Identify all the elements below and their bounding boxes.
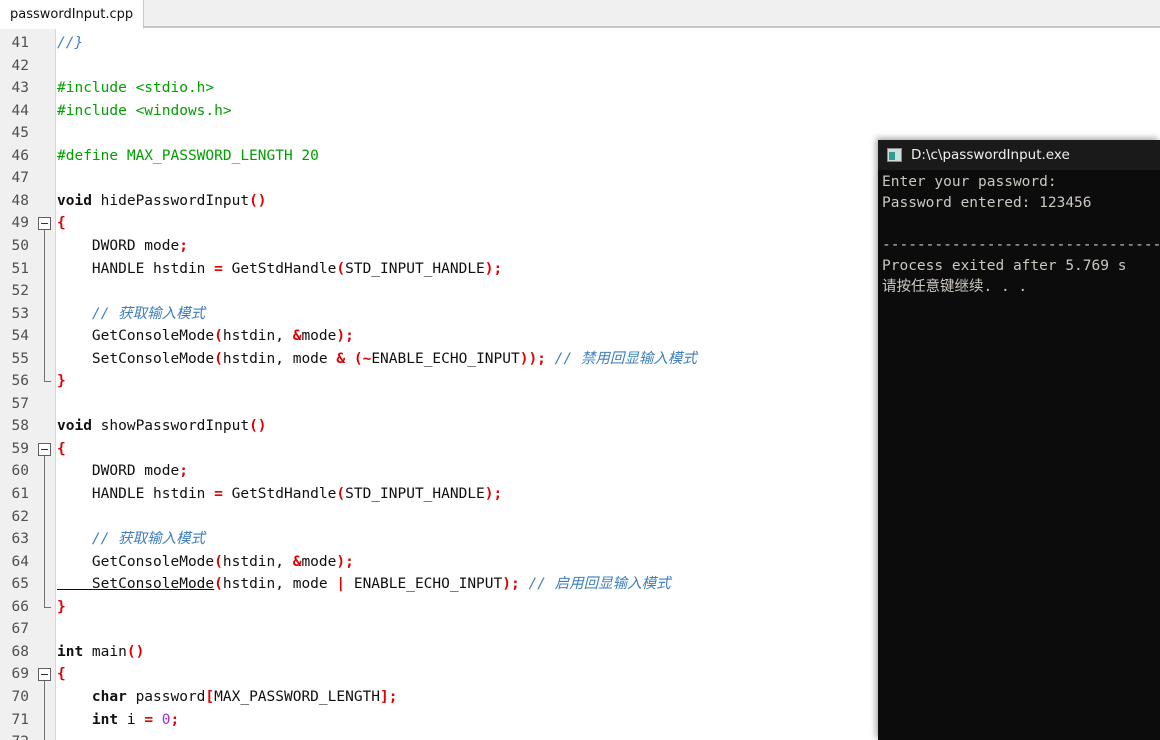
console-line: -------------------------------- [882, 237, 1160, 253]
code-line-content: // 获取输入模式 [57, 305, 206, 322]
line-number: 53 [11, 305, 29, 322]
line-number: 52 [11, 283, 29, 300]
code-line-content: { [57, 215, 66, 232]
line-number: 51 [11, 260, 29, 277]
code-line-content: } [57, 373, 66, 390]
line-number: 65 [11, 576, 29, 593]
code-line[interactable]: 41 //} [0, 32, 1160, 55]
console-line: Password entered: 123456 [882, 195, 1092, 211]
line-number: 55 [11, 350, 29, 367]
line-number: 43 [11, 80, 29, 97]
line-number: 41 [11, 35, 29, 51]
code-line-content: int i = 0; [57, 711, 180, 728]
fold-collapse-icon[interactable] [38, 217, 51, 231]
code-line-content: HANDLE hstdin = GetStdHandle(STD_INPUT_H… [57, 260, 503, 277]
fold-guide-line [44, 230, 45, 382]
code-line-content: { [57, 440, 66, 457]
line-number: 66 [11, 598, 29, 615]
console-title-bar[interactable]: D:\c\passwordInput.exe [878, 140, 1160, 170]
code-line-content: #include <windows.h> [57, 102, 232, 119]
line-number: 71 [11, 711, 29, 728]
console-output: Enter your password: Password entered: 12… [882, 172, 1160, 298]
line-number: 50 [11, 237, 29, 254]
line-number: 47 [11, 170, 29, 187]
code-line-content: SetConsoleMode(hstdin, mode & (~ENABLE_E… [57, 350, 697, 367]
line-number: 59 [11, 440, 29, 457]
code-line-content: DWORD mode; [57, 463, 188, 480]
code-line-content: //} [57, 35, 84, 51]
line-number: 48 [11, 192, 29, 209]
code-line-content: } [57, 598, 66, 615]
code-line-content: GetConsoleMode(hstdin, &mode); [57, 553, 354, 570]
line-number: 56 [11, 373, 29, 390]
code-line[interactable]: 44 #include <windows.h> [0, 100, 1160, 123]
line-number: 69 [11, 666, 29, 683]
code-line-content: int main() [57, 643, 145, 660]
console-title-text: D:\c\passwordInput.exe [911, 147, 1070, 163]
code-line-content: HANDLE hstdin = GetStdHandle(STD_INPUT_H… [57, 486, 503, 502]
line-number: 49 [11, 215, 29, 232]
console-line: Enter your password: [882, 174, 1057, 190]
code-line-content: void hidePasswordInput() [57, 192, 267, 209]
code-line-content: void showPasswordInput() [57, 418, 267, 435]
fold-end-marker [44, 381, 51, 383]
code-line-content: SetConsoleMode(hstdin, mode | ENABLE_ECH… [57, 576, 671, 593]
console-window[interactable]: D:\c\passwordInput.exe Enter your passwo… [878, 140, 1160, 740]
code-line-content: #include <stdio.h> [57, 80, 215, 97]
code-line-content: #define MAX_PASSWORD_LENGTH 20 [57, 147, 319, 164]
line-number: 63 [11, 531, 29, 548]
console-window-icon [887, 148, 902, 162]
tab-label: passwordInput.cpp [10, 6, 134, 22]
code-line-content: // 获取输入模式 [57, 531, 206, 548]
line-number: 70 [11, 688, 29, 705]
fold-collapse-icon[interactable] [38, 442, 51, 456]
line-number: 72 [0, 731, 29, 740]
line-number: 44 [11, 102, 29, 119]
line-number: 54 [11, 328, 29, 345]
fold-guide-line [44, 681, 45, 740]
line-number: 64 [11, 553, 29, 570]
line-number: 46 [11, 147, 29, 164]
line-number: 67 [11, 621, 29, 638]
line-number: 62 [11, 508, 29, 525]
line-number: 60 [11, 463, 29, 480]
code-line[interactable]: 42 [0, 55, 1160, 78]
fold-end-marker [44, 606, 51, 608]
console-line: 请按任意键继续. . . [882, 279, 1028, 295]
line-number: 45 [11, 125, 29, 142]
code-line-content: char password[MAX_PASSWORD_LENGTH]; [57, 688, 398, 705]
fold-collapse-icon[interactable] [38, 668, 51, 682]
line-number: 68 [11, 643, 29, 660]
code-line[interactable]: 43 #include <stdio.h> [0, 77, 1160, 100]
line-number: 61 [11, 486, 29, 502]
line-number: 57 [11, 395, 29, 412]
code-line-content: GetConsoleMode(hstdin, &mode); [57, 328, 354, 345]
editor-tab-bar: passwordInput.cpp [0, 0, 1160, 29]
fold-guide-line [44, 455, 45, 607]
code-line-content: { [57, 666, 66, 683]
code-line-content: DWORD mode; [57, 237, 188, 254]
line-number: 58 [11, 418, 29, 435]
console-line: Process exited after 5.769 s [882, 258, 1127, 274]
line-number: 42 [11, 57, 29, 74]
tab-passwordinput-cpp[interactable]: passwordInput.cpp [0, 0, 145, 29]
